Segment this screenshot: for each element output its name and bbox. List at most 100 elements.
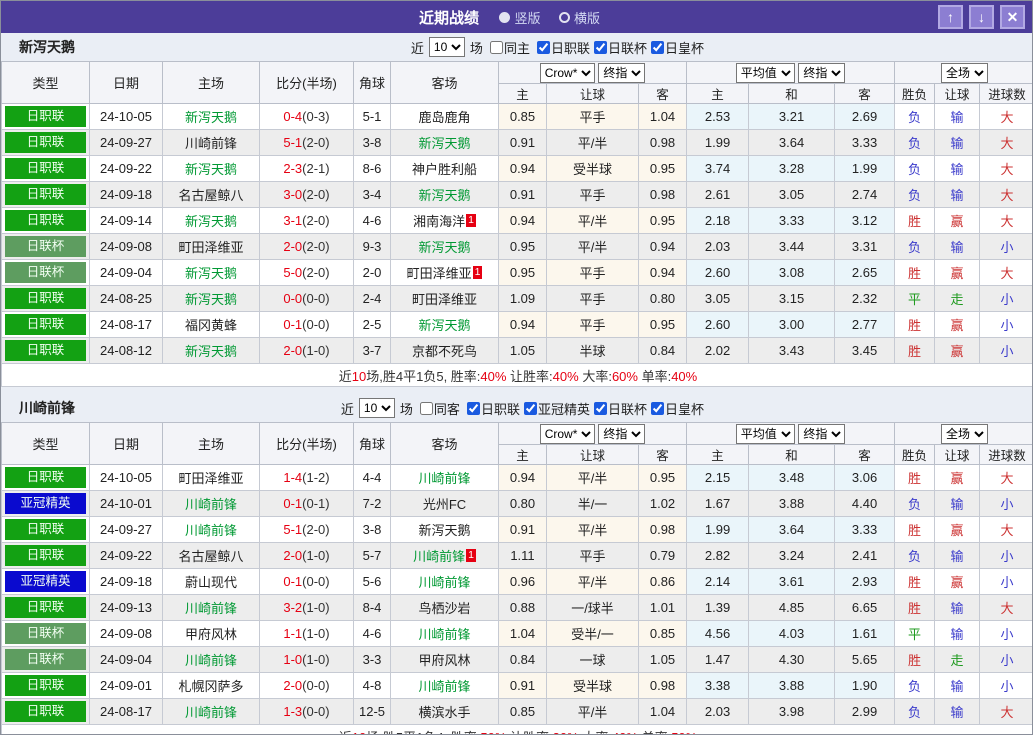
- score-cell: 1-1(1-0): [259, 620, 354, 647]
- red-card-badge: 1: [472, 266, 483, 279]
- average-odds-cell: 3.45: [834, 337, 896, 364]
- competition-cell: 日职联: [1, 207, 90, 234]
- same-venue-checkbox[interactable]: [489, 40, 503, 54]
- result-cell: 胜: [894, 207, 936, 234]
- home-team-cell: 川崎前锋: [162, 698, 260, 725]
- average-odds-cell: 4.85: [748, 594, 836, 621]
- odds-cell: 半球: [546, 337, 639, 364]
- competition-badge: 日职联: [5, 545, 86, 566]
- home-team-cell: 新泻天鹅: [162, 103, 260, 130]
- summary-text: 30%: [553, 730, 579, 735]
- competition-badge: 日职联: [5, 675, 86, 696]
- competition-checkbox[interactable]: [650, 401, 664, 415]
- summary-row: 近10场,胜4平1负5, 胜率:40% 让胜率:40% 大率:60% 单率:40…: [1, 363, 1032, 387]
- match-scope-select[interactable]: 全场: [941, 62, 989, 83]
- layout-radio-vertical[interactable]: 竖版: [499, 8, 541, 27]
- fulltime-score: 1-4: [283, 470, 303, 485]
- odds-cell: 0.96: [498, 568, 547, 595]
- match-row: 日职联 24-08-17 福冈黄蜂 0-1(0-0) 2-5 新泻天鹅 0.94 平手 0.95…: [1, 311, 1032, 338]
- competition-filter[interactable]: 日联杯: [593, 38, 647, 57]
- odds-cell: 0.95: [637, 311, 688, 338]
- odds-company-select[interactable]: Crow*: [539, 62, 595, 83]
- result-cell: 大: [979, 259, 1032, 286]
- average-select[interactable]: 平均值: [735, 62, 795, 83]
- result-cell: 小: [979, 646, 1032, 673]
- move-up-button[interactable]: ↑: [938, 5, 963, 29]
- away-team-name: 新泻天鹅: [418, 523, 471, 538]
- corner-cell: 3-8: [353, 516, 391, 543]
- layout-radio-horizontal[interactable]: 横版: [558, 8, 600, 27]
- away-team-name: 町田泽维亚: [411, 292, 477, 307]
- competition-filter[interactable]: 日联杯: [593, 399, 647, 418]
- away-team-cell: 川崎前锋: [390, 672, 499, 699]
- move-down-button[interactable]: ↓: [969, 5, 994, 29]
- competition-filter[interactable]: 日皇杯: [650, 38, 704, 57]
- same-venue-filter[interactable]: 同客: [419, 399, 460, 418]
- competition-filter[interactable]: 日职联: [536, 38, 590, 57]
- halftime-score: (1-0): [302, 626, 330, 641]
- average-odds-cell: 3.98: [748, 698, 836, 725]
- home-team-name: 川崎前锋: [184, 497, 237, 512]
- result-cell: 赢: [934, 311, 981, 338]
- odds-cell: 1.05: [498, 337, 547, 364]
- same-venue-checkbox[interactable]: [419, 401, 433, 415]
- average-odds-cell: 3.28: [748, 155, 836, 182]
- odds-company-select[interactable]: Crow*: [539, 423, 595, 444]
- odds-cell: 1.04: [637, 103, 688, 130]
- match-row: 日职联 24-09-18 名古屋鲸八 3-0(2-0) 3-4 新泻天鹅 0.91 平手 0.9…: [1, 181, 1032, 208]
- competition-filter[interactable]: 日职联: [466, 399, 520, 418]
- odds-cell: 0.80: [637, 285, 688, 312]
- home-team-cell: 蔚山现代: [162, 568, 260, 595]
- competition-filter[interactable]: 亚冠精英: [523, 399, 590, 418]
- competition-filter[interactable]: 日皇杯: [650, 399, 704, 418]
- same-venue-filter[interactable]: 同主: [489, 38, 530, 57]
- summary-text: 10: [352, 730, 366, 735]
- competition-checkbox[interactable]: [593, 40, 607, 54]
- fulltime-score: 0-1: [283, 496, 303, 511]
- competition-checkbox[interactable]: [466, 401, 480, 415]
- result-cell: 胜: [894, 568, 936, 595]
- away-team-name: 鹿岛鹿角: [418, 110, 471, 125]
- summary-row: 近10场,胜5平1负4, 胜率:50% 让胜率:30% 大率:40% 单率:50…: [1, 724, 1032, 735]
- date-cell: 24-09-04: [89, 259, 163, 286]
- scope-group-header: 全场: [894, 422, 1032, 445]
- odds-cell: 一/球半: [546, 594, 639, 621]
- average-time-select[interactable]: 终指: [798, 423, 846, 444]
- odds-time-select[interactable]: 终指: [598, 423, 646, 444]
- section-divider: [1, 387, 1032, 394]
- average-time-select[interactable]: 终指: [798, 62, 846, 83]
- fulltime-score: 5-1: [283, 522, 303, 537]
- odds-cell: 1.11: [498, 542, 547, 569]
- col-date: 日期: [89, 61, 163, 104]
- competition-checkbox[interactable]: [593, 401, 607, 415]
- team-section-1: 新泻天鹅 近 10 场 同主 日职联 日联杯 日皇杯 类型 日期 主场 比分(半…: [1, 33, 1032, 387]
- competition-cell: 亚冠精英: [1, 490, 90, 517]
- average-odds-cell: 1.61: [834, 620, 896, 647]
- team-filter-bar: 新泻天鹅 近 10 场 同主 日职联 日联杯 日皇杯: [1, 33, 1032, 61]
- average-odds-cell: 3.00: [748, 311, 836, 338]
- odds-time-select[interactable]: 终指: [598, 62, 646, 83]
- competition-checkbox[interactable]: [536, 40, 550, 54]
- match-count-select[interactable]: 10: [428, 37, 465, 57]
- odds-cell: 平/半: [546, 568, 639, 595]
- home-team-name: 川崎前锋: [184, 653, 237, 668]
- home-team-name: 名古屋鲸八: [178, 188, 244, 203]
- home-team-cell: 甲府风林: [162, 620, 260, 647]
- score-cell: 1-0(1-0): [259, 646, 354, 673]
- date-cell: 24-09-18: [89, 181, 163, 208]
- corner-cell: 4-4: [353, 464, 391, 491]
- result-cell: 小: [979, 233, 1032, 260]
- match-scope-select[interactable]: 全场: [941, 423, 989, 444]
- close-button[interactable]: ✕: [1000, 5, 1025, 29]
- competition-checkbox[interactable]: [523, 401, 537, 415]
- match-count-select[interactable]: 10: [358, 398, 395, 418]
- odds-cell: 0.79: [637, 542, 688, 569]
- corner-cell: 4-8: [353, 672, 391, 699]
- competition-checkbox[interactable]: [650, 40, 664, 54]
- average-select[interactable]: 平均值: [735, 423, 795, 444]
- away-team-cell: 川崎前锋: [390, 464, 499, 491]
- competition-cell: 亚冠精英: [1, 568, 90, 595]
- away-team-cell: 甲府风林: [390, 646, 499, 673]
- score-cell: 0-1(0-1): [259, 490, 354, 517]
- sub-avg-away: 客: [834, 83, 896, 104]
